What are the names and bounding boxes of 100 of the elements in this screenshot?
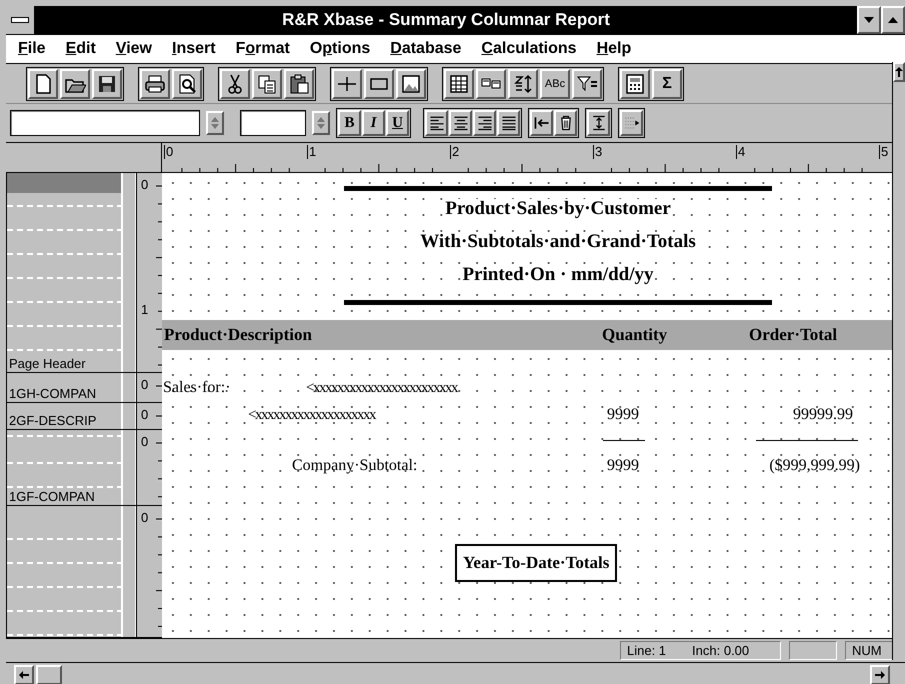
calc-button[interactable] xyxy=(620,68,650,98)
ruler-number: 0 xyxy=(141,378,148,392)
ruler-number: 0 xyxy=(141,435,148,449)
print-button[interactable] xyxy=(140,68,170,98)
clipboard-icon xyxy=(288,72,310,94)
font-name-field[interactable] xyxy=(10,110,200,136)
minimize-button[interactable] xyxy=(857,6,881,34)
paste-button[interactable] xyxy=(284,68,314,98)
spin-arrows-icon xyxy=(211,117,219,129)
printer-icon xyxy=(144,72,166,94)
menu-item[interactable]: Help xyxy=(588,40,644,58)
indent-button[interactable] xyxy=(530,110,553,136)
report-canvas[interactable] xyxy=(162,173,892,638)
report-title: Product·Sales·by·Customer xyxy=(445,199,671,219)
ruler-number: 5 xyxy=(879,145,888,159)
ruler-number: 0 xyxy=(141,408,148,422)
menu-item[interactable]: Options xyxy=(302,40,382,58)
ruler-number: 4 xyxy=(736,145,746,159)
right-arrow-icon xyxy=(875,670,885,678)
menu-item[interactable]: Edit xyxy=(58,40,108,58)
preview-button[interactable] xyxy=(172,68,202,98)
line-button[interactable] xyxy=(332,68,362,98)
data-field: 9999 xyxy=(607,456,639,476)
pages-icon xyxy=(256,72,278,94)
maximize-button[interactable] xyxy=(881,6,905,34)
menu-item[interactable]: Calculations xyxy=(473,40,589,58)
data-field: 9999 xyxy=(607,405,639,425)
data-field: <xxxxxxxxxxxxxxxxxxxxxxxx xyxy=(306,378,457,398)
report-label: Company·Subtotal: xyxy=(292,456,418,476)
scroll-up-button[interactable] xyxy=(893,62,905,82)
save-button[interactable] xyxy=(92,68,122,98)
tick-marks xyxy=(156,415,162,417)
font-size-field[interactable] xyxy=(240,110,306,136)
scroll-right-button[interactable] xyxy=(870,664,890,684)
scroll-left-button[interactable] xyxy=(14,664,34,684)
column-heading: Product·Description xyxy=(164,325,312,345)
align-right-icon xyxy=(476,114,494,132)
open-button[interactable] xyxy=(60,68,90,98)
inch-indicator: Inch: 0.00 xyxy=(692,643,750,658)
spin-arrows-icon xyxy=(317,117,325,129)
landscape-icon xyxy=(400,72,422,94)
total-line xyxy=(603,440,645,441)
underline-button[interactable]: U xyxy=(386,110,409,136)
scroll-thumb[interactable] xyxy=(36,664,62,684)
copy-button[interactable] xyxy=(252,68,282,98)
tick-marks xyxy=(156,385,162,387)
tick-marks xyxy=(156,442,162,498)
delete-button[interactable] xyxy=(554,110,577,136)
menu-item[interactable]: Format xyxy=(228,40,302,58)
ruler-number: 1 xyxy=(141,303,148,317)
menu-item[interactable]: Database xyxy=(382,40,474,58)
text-field-button[interactable]: ABc xyxy=(540,68,570,98)
sort-icon xyxy=(512,72,534,94)
data-field: ($999,999.99) xyxy=(769,456,860,476)
report-label: Sales·for:· xyxy=(163,378,231,398)
box-button[interactable] xyxy=(364,68,394,98)
spin-button[interactable] xyxy=(312,111,330,135)
table-button[interactable] xyxy=(444,68,474,98)
left-align-button[interactable] xyxy=(425,110,448,136)
bold-button[interactable]: B xyxy=(338,110,361,136)
align-center-icon xyxy=(452,114,470,132)
status-panel xyxy=(789,641,837,660)
cut-button[interactable] xyxy=(220,68,250,98)
ruler-number: 2 xyxy=(450,145,460,159)
data-field: <xxxxxxxxxxxxxxxxxxxx xyxy=(248,405,375,425)
data-field: 99999.99 xyxy=(793,405,853,425)
table-icon xyxy=(448,72,470,94)
ruler-number: 0 xyxy=(141,178,148,192)
justify-align-button[interactable] xyxy=(497,110,520,136)
column-heading: Quantity xyxy=(602,325,668,345)
menu-item[interactable]: File xyxy=(10,40,58,58)
italic-button[interactable]: I xyxy=(362,110,385,136)
left-arrow-icon xyxy=(19,670,29,678)
sum-button[interactable]: Σ xyxy=(652,68,682,98)
up-triangle-icon xyxy=(888,17,898,23)
right-align-button[interactable] xyxy=(473,110,496,136)
ruler-number: 0 xyxy=(164,145,174,159)
sort-button[interactable] xyxy=(508,68,538,98)
ruler-number: 0 xyxy=(141,511,148,525)
filter-button[interactable] xyxy=(572,68,602,98)
justify-icon xyxy=(500,114,518,132)
calculator-icon xyxy=(624,72,646,94)
menu-item[interactable]: Insert xyxy=(164,40,228,58)
summary-title: Year-To-Date·Totals xyxy=(455,544,618,582)
up-arrow-icon xyxy=(895,67,903,77)
align-left-icon xyxy=(428,114,446,132)
column-heading: Order·Total xyxy=(749,325,838,345)
image-button[interactable] xyxy=(396,68,426,98)
menu-item[interactable]: View xyxy=(108,40,164,58)
ruler-number: 1 xyxy=(307,145,316,159)
spin-button[interactable] xyxy=(206,111,224,135)
report-title: Printed·On · mm/dd/yy xyxy=(462,265,654,285)
center-align-button[interactable] xyxy=(449,110,472,136)
down-triangle-icon xyxy=(864,17,874,23)
line-indicator: Line: 1 xyxy=(627,643,666,658)
vertical-scrollbar[interactable] xyxy=(892,62,905,660)
new-button[interactable] xyxy=(28,68,58,98)
ruler-number: 3 xyxy=(593,145,602,159)
fields-button[interactable] xyxy=(476,68,506,98)
window-title: R&R Xbase - Summary Columnar Report xyxy=(281,9,611,31)
